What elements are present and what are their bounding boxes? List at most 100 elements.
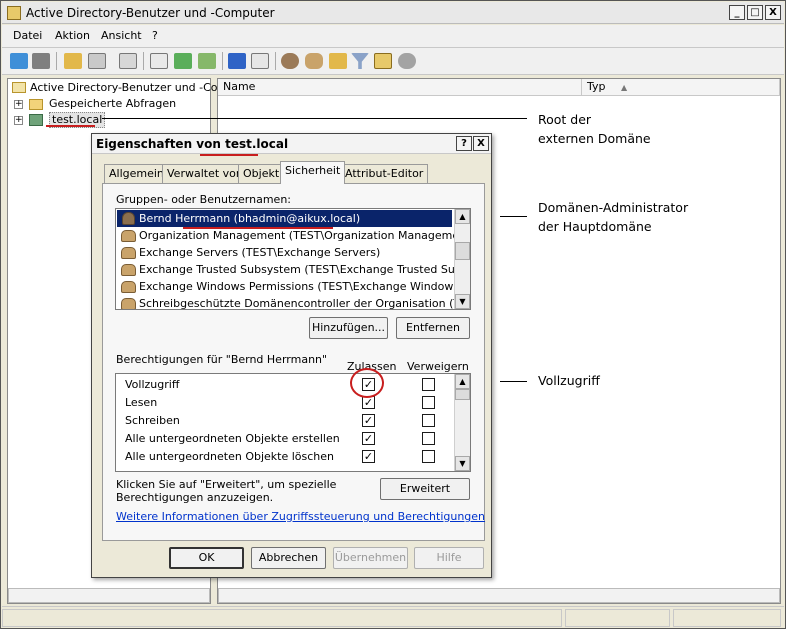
group-row[interactable]: Exchange Servers (TEST\Exchange Servers) (117, 244, 452, 261)
column-header-name[interactable]: Name (218, 79, 582, 96)
help-icon[interactable] (228, 53, 246, 69)
expand-icon[interactable]: + (14, 100, 23, 109)
minimize-button[interactable]: _ (729, 5, 745, 20)
users-label: Gruppen- oder Benutzernamen: (116, 193, 292, 206)
permissions-scrollbar[interactable]: ▲ ▼ (454, 374, 470, 471)
permissions-listbox[interactable]: Vollzugriff ✓ Lesen ✓ Schreiben ✓ Alle u… (115, 373, 471, 472)
help-button[interactable]: Hilfe (414, 547, 484, 569)
console-icon[interactable] (251, 53, 269, 69)
close-button[interactable]: X (765, 5, 781, 20)
allow-checkbox[interactable]: ✓ (362, 414, 375, 427)
deny-checkbox[interactable] (422, 414, 435, 427)
list-hscrollbar[interactable] (218, 588, 780, 603)
refresh-icon[interactable] (174, 53, 192, 69)
info-link[interactable]: Weitere Informationen über Zugriffssteue… (116, 510, 485, 523)
tab-sicherheit[interactable]: Sicherheit (280, 161, 346, 184)
app-icon (7, 6, 21, 20)
menu-datei[interactable]: Datei (13, 29, 42, 42)
properties-icon[interactable] (150, 53, 168, 69)
find-icon[interactable] (374, 53, 392, 69)
menu-aktion[interactable]: Aktion (55, 29, 90, 42)
annotation-line-admin (500, 216, 527, 217)
permission-name: Alle untergeordneten Objekte löschen (125, 450, 335, 463)
back-arrow-icon[interactable] (10, 53, 28, 69)
allow-checkbox[interactable]: ✓ (362, 450, 375, 463)
dialog-close-button[interactable]: X (473, 136, 489, 151)
permission-name: Vollzugriff (125, 378, 180, 391)
add-to-group-icon[interactable] (398, 53, 416, 69)
scroll-up-icon[interactable]: ▲ (455, 209, 470, 224)
deny-checkbox[interactable] (422, 396, 435, 409)
ok-button[interactable]: OK (169, 547, 244, 569)
add-button[interactable]: Hinzufügen... (309, 317, 388, 339)
toolbar-separator (222, 52, 223, 70)
folder-icon (29, 99, 43, 110)
tree-hscrollbar[interactable] (8, 588, 210, 603)
menu-ansicht[interactable]: Ansicht (101, 29, 142, 42)
status-pane (673, 609, 781, 627)
permission-row: Alle untergeordneten Objekte löschen ✓ (117, 448, 437, 466)
deny-column-header: Verweigern (407, 360, 469, 373)
deny-checkbox[interactable] (422, 432, 435, 445)
advanced-button[interactable]: Erweitert (380, 478, 470, 500)
group-name: Schreibgeschützte Domänencontroller der … (139, 297, 471, 310)
tree-item-domain[interactable]: + test.local (8, 112, 210, 128)
permission-row: Schreiben ✓ (117, 412, 437, 430)
user-row-selected[interactable]: Bernd Herrmann (bhadmin@aikux.local) (117, 210, 452, 227)
cancel-button[interactable]: Abbrechen (251, 547, 326, 569)
tree-item-label: Gespeicherte Abfragen (49, 97, 177, 110)
show-tree-icon[interactable] (88, 53, 106, 69)
toolbar (2, 47, 784, 75)
allow-checkbox[interactable]: ✓ (362, 432, 375, 445)
new-user-icon[interactable] (281, 53, 299, 69)
tab-attribut-editor[interactable]: Attribut-Editor (340, 164, 429, 183)
tree-root[interactable]: Active Directory-Benutzer und -Comp (8, 80, 235, 96)
scroll-down-icon[interactable]: ▼ (455, 456, 470, 471)
group-row[interactable]: Exchange Trusted Subsystem (TEST\Exchang… (117, 261, 470, 278)
users-scrollbar[interactable]: ▲ ▼ (454, 209, 470, 309)
scroll-up-icon[interactable]: ▲ (455, 374, 470, 389)
new-group-icon[interactable] (305, 53, 323, 69)
tree-root-label: Active Directory-Benutzer und -Comp (30, 81, 236, 94)
scroll-down-icon[interactable]: ▼ (455, 294, 470, 309)
permission-name: Alle untergeordneten Objekte erstellen (125, 432, 340, 445)
filter-icon[interactable] (351, 53, 369, 69)
status-pane (565, 609, 670, 627)
forward-arrow-icon[interactable] (32, 53, 50, 69)
tab-allgemein[interactable]: Allgemein (104, 164, 169, 183)
domain-icon (29, 114, 43, 126)
clipboard-icon[interactable] (119, 53, 137, 69)
maximize-button[interactable]: □ (747, 5, 763, 20)
status-bar (2, 606, 784, 628)
group-row[interactable]: Schreibgeschützte Domänencontroller der … (117, 295, 470, 309)
dialog-title-underline (200, 154, 258, 156)
tab-verwaltet-von[interactable]: Verwaltet von (162, 164, 248, 183)
tab-objekt[interactable]: Objekt (238, 164, 285, 183)
scroll-thumb[interactable] (455, 242, 470, 260)
user-icon (122, 212, 135, 225)
remove-button[interactable]: Entfernen (396, 317, 470, 339)
apply-button[interactable]: Übernehmen (333, 547, 408, 569)
user-name: Bernd Herrmann (bhadmin@aikux.local) (139, 212, 361, 225)
annotation-full: Vollzugriff (538, 373, 600, 388)
up-folder-icon[interactable] (64, 53, 82, 69)
dialog-help-button[interactable]: ? (456, 136, 472, 151)
menu-help[interactable]: ? (152, 29, 158, 42)
group-name: Exchange Windows Permissions (TEST\Excha… (139, 280, 471, 293)
full-access-highlight-circle (350, 368, 384, 398)
new-ou-icon[interactable] (329, 53, 347, 69)
group-row[interactable]: Exchange Windows Permissions (TEST\Excha… (117, 278, 470, 295)
scroll-thumb[interactable] (455, 389, 470, 400)
column-header-type[interactable]: Typ ▲ (582, 79, 780, 96)
deny-checkbox[interactable] (422, 450, 435, 463)
tree-item-saved-queries[interactable]: + Gespeicherte Abfragen (8, 96, 210, 112)
export-icon[interactable] (198, 53, 216, 69)
users-listbox[interactable]: Bernd Herrmann (bhadmin@aikux.local) Org… (115, 208, 471, 310)
expand-icon[interactable]: + (14, 116, 23, 125)
advanced-hint-line1: Klicken Sie auf "Erweitert", um speziell… (116, 478, 337, 491)
deny-checkbox[interactable] (422, 378, 435, 391)
annotation-line-full (500, 381, 527, 382)
group-icon (121, 264, 136, 276)
group-row[interactable]: Organization Management (TEST\Organizati… (117, 227, 470, 244)
advanced-hint-line2: Berechtigungen anzuzeigen. (116, 491, 274, 504)
